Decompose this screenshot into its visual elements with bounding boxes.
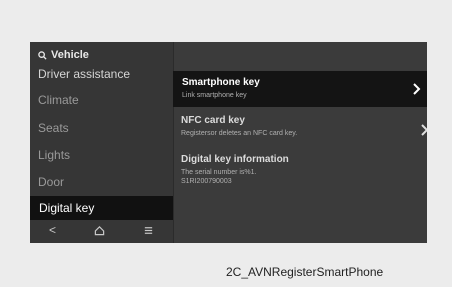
back-button[interactable]: < xyxy=(49,223,56,237)
item-title: Digital key information xyxy=(181,154,289,165)
menu-icon[interactable] xyxy=(143,225,154,236)
device-frame: Vehicle Driver assistance Climate Seats … xyxy=(0,0,452,287)
home-icon[interactable] xyxy=(94,225,105,236)
list-item-digital-key-information[interactable]: Digital key information The serial numbe… xyxy=(181,154,289,186)
sidebar: Vehicle Driver assistance Climate Seats … xyxy=(30,42,173,243)
list-item-smartphone-key[interactable]: Smartphone key Link smartphone key xyxy=(173,71,427,107)
item-subtitle: Link smartphone key xyxy=(182,92,247,99)
sidebar-item-driver-assistance[interactable]: Driver assistance xyxy=(38,67,130,81)
list-item-nfc-card-key[interactable]: NFC card key Registersor deletes an NFC … xyxy=(181,115,427,138)
sidebar-item-climate[interactable]: Climate xyxy=(38,93,79,107)
item-title: Smartphone key xyxy=(182,77,260,88)
chevron-right-icon xyxy=(413,83,421,95)
sidebar-item-seats[interactable]: Seats xyxy=(38,121,69,135)
serial-label: The serial number is%1. xyxy=(181,169,257,176)
chevron-right-icon xyxy=(421,124,427,136)
search-icon xyxy=(38,50,47,60)
search-label: Vehicle xyxy=(51,49,89,61)
search-header[interactable]: Vehicle xyxy=(38,49,89,61)
item-subtitle: The serial number is%1. S1RI200790003 xyxy=(181,168,289,186)
sidebar-item-door[interactable]: Door xyxy=(38,175,64,189)
image-caption: 2C_AVNRegisterSmartPhone xyxy=(226,265,384,279)
item-title: NFC card key xyxy=(181,115,245,126)
serial-number: S1RI200790003 xyxy=(181,178,232,185)
screen: Vehicle Driver assistance Climate Seats … xyxy=(30,42,427,243)
item-subtitle: Registersor deletes an NFC card key. xyxy=(181,130,298,137)
sidebar-item-lights[interactable]: Lights xyxy=(38,148,70,162)
sidebar-bottom-bar: < xyxy=(30,217,173,243)
